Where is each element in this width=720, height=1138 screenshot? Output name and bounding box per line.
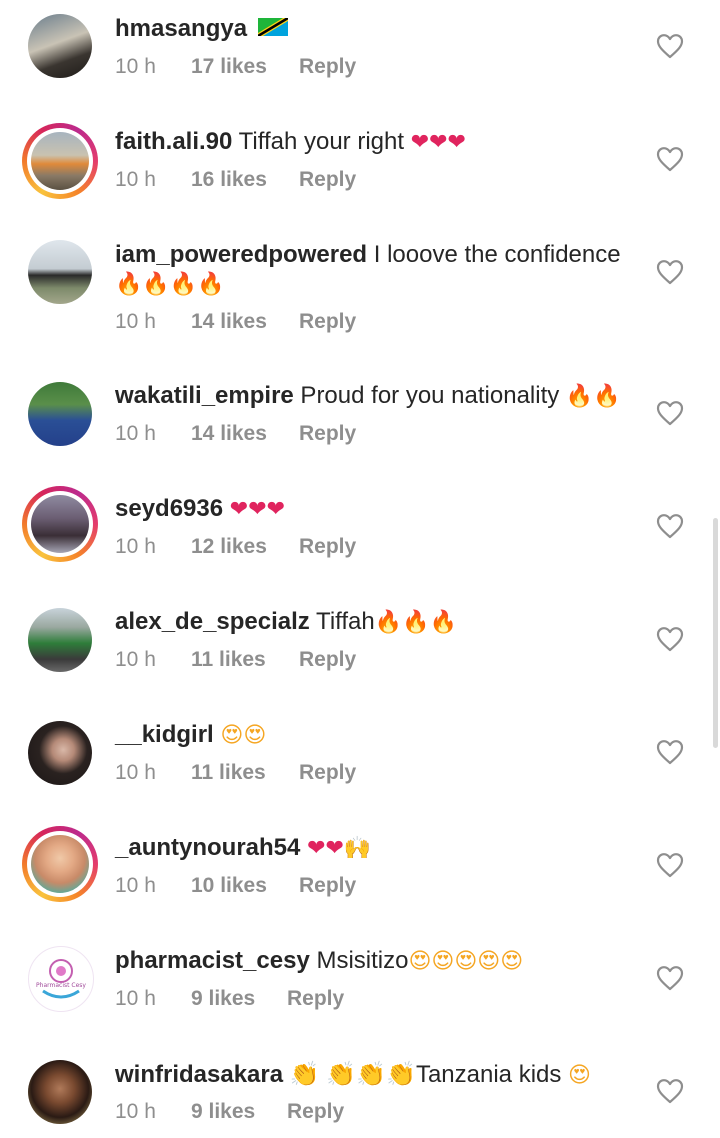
comment-body: Tiffah your right	[232, 128, 411, 155]
likes-count[interactable]: 9 likes	[191, 1100, 255, 1124]
reply-button[interactable]: Reply	[299, 874, 356, 898]
comment-body	[223, 495, 230, 522]
like-heart-icon[interactable]	[656, 739, 684, 765]
reply-button[interactable]: Reply	[299, 55, 356, 79]
reply-button[interactable]: Reply	[299, 422, 356, 446]
comment-text: pharmacist_cesy Msisitizo😍😍😍😍😍	[115, 946, 635, 976]
comment-time: 10 h	[115, 422, 156, 445]
reply-button[interactable]: Reply	[287, 1100, 344, 1124]
scrollbar[interactable]	[713, 518, 718, 748]
avatar[interactable]	[22, 602, 98, 678]
like-heart-icon[interactable]	[656, 965, 684, 991]
comment-text: _auntynourah54 ❤❤🙌	[115, 833, 635, 863]
likes-count[interactable]: 11 likes	[191, 648, 266, 672]
comment-body: Tiffah	[309, 608, 375, 635]
username[interactable]: seyd6936	[115, 495, 223, 522]
reply-button[interactable]: Reply	[299, 535, 356, 559]
comment-text: wakatili_empire Proud for you nationalit…	[115, 381, 635, 411]
likes-count[interactable]: 16 likes	[191, 168, 267, 192]
username[interactable]: winfridasakara	[115, 1061, 283, 1088]
reply-button[interactable]: Reply	[299, 761, 356, 785]
comment-time: 10 h	[115, 168, 156, 191]
avatar[interactable]	[22, 8, 98, 84]
comment-time: 10 h	[115, 874, 156, 897]
like-heart-icon[interactable]	[656, 852, 684, 878]
reply-button[interactable]: Reply	[299, 648, 356, 672]
avatar[interactable]	[22, 715, 98, 791]
comment-time: 10 h	[115, 310, 156, 333]
svg-text:Pharmacist Cesy: Pharmacist Cesy	[36, 982, 86, 989]
avatar[interactable]	[22, 1054, 98, 1130]
like-heart-icon[interactable]	[656, 626, 684, 652]
comment-time: 10 h	[115, 648, 156, 671]
pharmacist-logo: Pharmacist Cesy	[36, 959, 86, 999]
comment-body: 👏 👏👏👏Tanzania kids	[283, 1061, 569, 1088]
comment-time: 10 h	[115, 1100, 156, 1123]
username[interactable]: hmasangya	[115, 15, 247, 42]
username[interactable]: _auntynourah54	[115, 834, 300, 861]
comment-time: 10 h	[115, 761, 156, 784]
fire-emoji: 🔥🔥🔥🔥	[115, 272, 225, 297]
comment-time: 10 h	[115, 987, 156, 1010]
likes-count[interactable]: 9 likes	[191, 987, 255, 1011]
comment-body: Msisitizo	[309, 947, 409, 974]
like-heart-icon[interactable]	[656, 33, 684, 59]
like-heart-icon[interactable]	[656, 146, 684, 172]
avatar[interactable]	[22, 234, 98, 310]
likes-count[interactable]: 11 likes	[191, 761, 266, 785]
avatar[interactable]	[22, 826, 98, 902]
like-heart-icon[interactable]	[656, 400, 684, 426]
tanzania-flag-icon	[257, 17, 288, 36]
likes-count[interactable]: 14 likes	[191, 422, 267, 446]
heart-eyes-emoji: 😍	[568, 1063, 591, 1088]
likes-count[interactable]: 12 likes	[191, 535, 267, 559]
comment-text: hmasangya	[115, 14, 635, 43]
fire-emoji: 🔥🔥🔥	[374, 610, 457, 635]
comment-text: __kidgirl 😍😍	[115, 720, 635, 750]
heart-emoji: ❤❤🙌	[307, 836, 372, 861]
comment-time: 10 h	[115, 535, 156, 558]
likes-count[interactable]: 17 likes	[191, 55, 267, 79]
like-heart-icon[interactable]	[656, 513, 684, 539]
heart-emoji: ❤❤❤	[229, 497, 286, 522]
username[interactable]: faith.ali.90	[115, 128, 232, 155]
comment-time: 10 h	[115, 55, 156, 78]
avatar[interactable]	[22, 123, 98, 199]
comment-text: seyd6936 ❤❤❤	[115, 494, 635, 524]
username[interactable]: __kidgirl	[115, 721, 214, 748]
username[interactable]: iam_poweredpowered	[115, 241, 367, 268]
avatar[interactable]	[22, 486, 98, 562]
avatar[interactable]	[22, 376, 98, 452]
like-heart-icon[interactable]	[656, 1078, 684, 1104]
reply-button[interactable]: Reply	[287, 987, 344, 1011]
comment-text: alex_de_specialz Tiffah🔥🔥🔥	[115, 607, 635, 637]
username[interactable]: alex_de_specialz	[115, 608, 310, 635]
reply-button[interactable]: Reply	[299, 310, 356, 334]
comment-body: Proud for you nationality	[293, 382, 566, 409]
likes-count[interactable]: 10 likes	[191, 874, 267, 898]
heart-emoji: ❤❤❤	[410, 130, 466, 155]
like-heart-icon[interactable]	[656, 259, 684, 285]
avatar[interactable]: Pharmacist Cesy	[22, 940, 98, 1016]
comment-text: iam_poweredpowered I looove the confiden…	[115, 240, 635, 299]
reply-button[interactable]: Reply	[299, 168, 356, 192]
username[interactable]: wakatili_empire	[115, 382, 294, 409]
fire-emoji: 🔥🔥	[565, 384, 621, 409]
heart-eyes-emoji: 😍😍😍😍😍	[408, 949, 524, 974]
comment-text: winfridasakara 👏 👏👏👏Tanzania kids 😍	[115, 1060, 635, 1090]
heart-eyes-emoji: 😍😍	[220, 723, 267, 748]
username[interactable]: pharmacist_cesy	[115, 947, 310, 974]
comment-text: faith.ali.90 Tiffah your right ❤❤❤	[115, 127, 635, 157]
likes-count[interactable]: 14 likes	[191, 310, 267, 334]
comment-body: I looove the confidence	[367, 241, 621, 268]
